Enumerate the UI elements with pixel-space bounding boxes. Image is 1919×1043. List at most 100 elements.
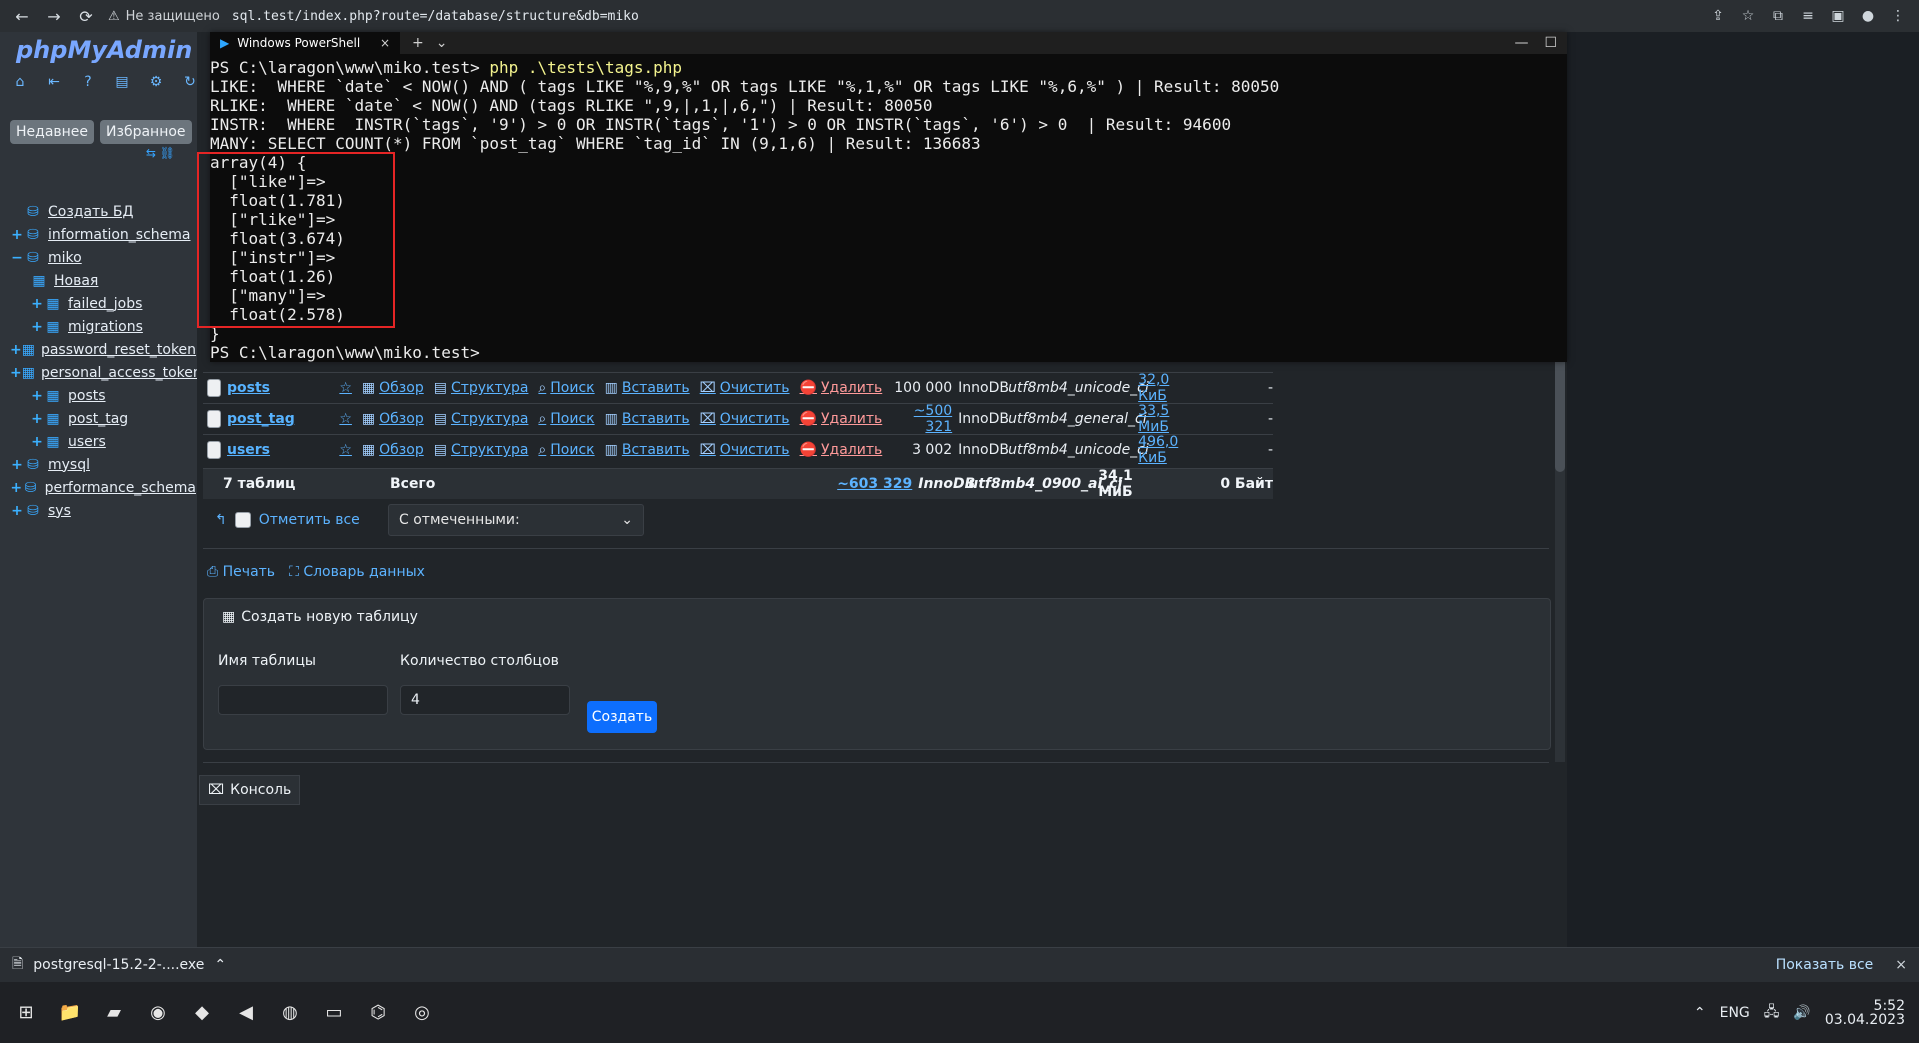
docs-icon[interactable]: ▤: [114, 74, 130, 90]
terminal-icon[interactable]: ▭: [322, 1001, 346, 1025]
favorite-star-icon[interactable]: ☆: [339, 442, 352, 458]
insert-link[interactable]: ▥ Вставить: [605, 411, 690, 427]
logout-icon[interactable]: ⇤: [46, 74, 62, 90]
browse-link[interactable]: ▦ Обзор: [362, 411, 424, 427]
tree-db-miko[interactable]: − ⛁ miko: [10, 246, 196, 269]
structure-link[interactable]: ▤ Структура: [434, 442, 529, 458]
collapse-link-icons[interactable]: ⇆ ⛓: [146, 146, 175, 160]
tree-db-mysql[interactable]: + ⛁ mysql: [10, 453, 196, 476]
tree-table-new[interactable]: ▦ Новая: [10, 269, 196, 292]
reading-list-icon[interactable]: ≡: [1799, 7, 1817, 25]
table-name-link[interactable]: posts: [227, 380, 339, 396]
forward-icon[interactable]: →: [44, 6, 64, 26]
empty-link[interactable]: ⌧ Очистить: [700, 442, 790, 458]
structure-link[interactable]: ▤ Структура: [434, 411, 529, 427]
chrome-icon[interactable]: ◉: [146, 1001, 170, 1025]
create-table-button[interactable]: Создать: [587, 701, 657, 733]
tree-db-performance-schema[interactable]: + ⛁ performance_schema: [10, 476, 196, 499]
tree-table-users[interactable]: + ▦ users: [10, 430, 196, 453]
expand-icon[interactable]: +: [10, 503, 24, 519]
table-name-link[interactable]: post_tag: [227, 411, 339, 427]
language-indicator[interactable]: ENG: [1720, 1005, 1750, 1021]
drop-link[interactable]: ⛔ Удалить: [800, 442, 883, 458]
maximize-icon[interactable]: ☐: [1544, 35, 1557, 51]
volume-icon[interactable]: 🔊: [1793, 1005, 1810, 1021]
extensions-icon[interactable]: ⧉: [1769, 7, 1787, 25]
pma-logo[interactable]: phpMyAdmin: [16, 36, 192, 64]
insert-link[interactable]: ▥ Вставить: [605, 380, 690, 396]
row-checkbox[interactable]: [207, 379, 221, 397]
drop-link[interactable]: ⛔ Удалить: [800, 380, 883, 396]
expand-icon[interactable]: +: [10, 227, 24, 243]
app-icon[interactable]: ⌬: [366, 1001, 390, 1025]
file-explorer-icon[interactable]: 📁: [58, 1001, 82, 1025]
expand-icon[interactable]: +: [30, 434, 44, 450]
collapse-icon[interactable]: −: [10, 250, 24, 266]
chevron-up-icon[interactable]: ⌃: [1694, 1005, 1706, 1021]
back-icon[interactable]: ←: [12, 6, 32, 26]
powershell-console[interactable]: PS C:\laragon\www\miko.test> php .\tests…: [210, 58, 1567, 362]
chrome-canary-icon[interactable]: ◎: [410, 1001, 434, 1025]
reload-icon[interactable]: ⟳: [76, 6, 96, 26]
columns-count-input[interactable]: 4: [400, 685, 570, 715]
tree-db-sys[interactable]: + ⛁ sys: [10, 499, 196, 522]
structure-link[interactable]: ▤ Структура: [434, 380, 529, 396]
bookmark-star-icon[interactable]: ☆: [1739, 7, 1757, 25]
security-indicator[interactable]: ⚠ Не защищено: [108, 9, 220, 24]
expand-icon[interactable]: +: [10, 457, 24, 473]
check-all-checkbox[interactable]: [234, 512, 251, 528]
tree-db-information-schema[interactable]: + ⛁ information_schema: [10, 223, 196, 246]
expand-icon[interactable]: +: [30, 411, 44, 427]
network-icon[interactable]: 🖧: [1764, 1001, 1780, 1025]
search-link[interactable]: ⌕ Поиск: [538, 380, 594, 396]
home-icon[interactable]: ⌂: [12, 74, 28, 90]
profile-avatar-icon[interactable]: ●: [1859, 7, 1877, 25]
help-icon[interactable]: ?: [80, 74, 96, 90]
sidebar-icon[interactable]: ▣: [1829, 7, 1847, 25]
clock[interactable]: 5:52 03.04.2023: [1825, 999, 1905, 1027]
tree-table-posts[interactable]: + ▦ posts: [10, 384, 196, 407]
expand-icon[interactable]: +: [30, 319, 44, 335]
download-file-name[interactable]: postgresql-15.2-2-....exe: [33, 957, 204, 973]
tree-create-db[interactable]: ⛁ Создать БД: [10, 200, 196, 223]
share-icon[interactable]: ⇪: [1709, 7, 1727, 25]
settings-icon[interactable]: ⚙: [148, 74, 164, 90]
browse-link[interactable]: ▦ Обзор: [362, 442, 424, 458]
favorite-star-icon[interactable]: ☆: [339, 380, 352, 396]
table-name-link[interactable]: users: [227, 442, 339, 458]
with-selected-select[interactable]: С отмеченными: ⌄: [388, 504, 644, 536]
browse-link[interactable]: ▦ Обзор: [362, 380, 424, 396]
row-checkbox[interactable]: [207, 441, 221, 459]
search-link[interactable]: ⌕ Поиск: [538, 411, 594, 427]
minimize-icon[interactable]: —: [1514, 35, 1528, 51]
search-link[interactable]: ⌕ Поиск: [538, 442, 594, 458]
empty-link[interactable]: ⌧ Очистить: [700, 380, 790, 396]
expand-icon[interactable]: +: [10, 342, 22, 358]
row-checkbox[interactable]: [207, 410, 221, 428]
expand-icon[interactable]: +: [10, 365, 22, 381]
tree-table-migrations[interactable]: + ▦ migrations: [10, 315, 196, 338]
print-link[interactable]: ⎙ Печать: [207, 564, 275, 580]
address-bar[interactable]: sql.test/index.php?route=/database/struc…: [232, 9, 639, 24]
favorite-star-icon[interactable]: ☆: [339, 411, 352, 427]
console-tab[interactable]: ⌧ Консоль: [199, 775, 301, 805]
powershell-tab[interactable]: ▶ Windows PowerShell ×: [210, 32, 400, 54]
visual-studio-icon[interactable]: ◆: [190, 1001, 214, 1025]
drop-link[interactable]: ⛔ Удалить: [800, 411, 883, 427]
tree-table-personal-access[interactable]: + ▦ personal_access_token: [10, 361, 202, 384]
close-icon[interactable]: ×: [1895, 957, 1907, 973]
close-icon[interactable]: ×: [380, 36, 390, 50]
refresh-icon[interactable]: ↻: [182, 74, 198, 90]
phpstorm-icon[interactable]: ▰: [102, 1001, 126, 1025]
chevron-up-icon[interactable]: ⌃: [214, 957, 226, 973]
insert-link[interactable]: ▥ Вставить: [605, 442, 690, 458]
show-all-button[interactable]: Показать все: [1776, 957, 1874, 973]
menu-icon[interactable]: ⋮: [1889, 7, 1907, 25]
vscode-icon[interactable]: ◀: [234, 1001, 258, 1025]
empty-link[interactable]: ⌧ Очистить: [700, 411, 790, 427]
check-all-control[interactable]: ↰ Отметить все: [215, 512, 360, 528]
tree-table-password-reset[interactable]: + ▦ password_reset_token: [10, 338, 196, 361]
new-tab-icon[interactable]: +: [412, 35, 424, 51]
expand-icon[interactable]: +: [30, 296, 44, 312]
table-name-input[interactable]: [218, 685, 388, 715]
